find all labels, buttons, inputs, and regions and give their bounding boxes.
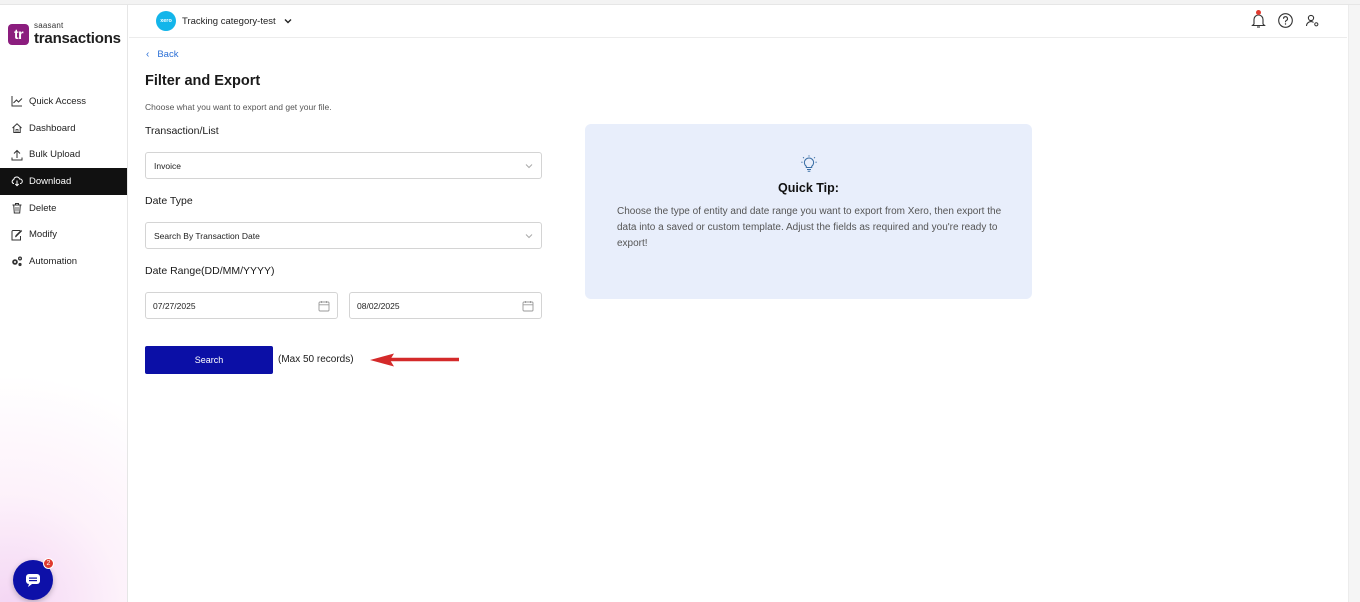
- help-button[interactable]: [1277, 12, 1294, 29]
- org-name: Tracking category-test: [182, 15, 276, 27]
- sidebar-item-label: Dashboard: [29, 122, 76, 134]
- sidebar-item-download[interactable]: Download: [0, 168, 127, 195]
- top-header: xero Tracking category-test: [129, 5, 1347, 38]
- page-title: Filter and Export: [145, 73, 261, 89]
- quick-tip-text: Choose the type of entity and date range…: [617, 206, 1002, 249]
- sidebar-item-label: Delete: [29, 202, 57, 214]
- max-records-note: (Max 50 records): [278, 354, 354, 365]
- page-subtitle: Choose what you want to export and get y…: [145, 102, 332, 112]
- gears-icon: [12, 256, 22, 267]
- red-arrow-annotation: [370, 353, 459, 367]
- app-window: tr saasant transactions Quick Access Das…: [0, 0, 1360, 602]
- header-actions: [1250, 10, 1321, 29]
- help-icon: [1278, 13, 1293, 28]
- sidebar-item-quick-access[interactable]: Quick Access: [0, 88, 127, 115]
- user-settings-icon: [1305, 14, 1319, 27]
- back-link[interactable]: ‹ Back: [146, 49, 178, 60]
- quick-tip-title: Quick Tip:: [778, 181, 839, 195]
- date-to-value: 08/02/2025: [357, 300, 400, 311]
- home-icon: [12, 123, 22, 134]
- date-from-value: 07/27/2025: [153, 300, 196, 311]
- sidebar-item-label: Automation: [29, 255, 78, 267]
- sidebar-item-bulk-upload[interactable]: Bulk Upload: [0, 141, 127, 168]
- chat-notification-badge: 2: [43, 558, 54, 569]
- search-button[interactable]: Search: [145, 346, 273, 374]
- chat-icon: [26, 574, 40, 587]
- account-button[interactable]: [1304, 12, 1321, 29]
- date-to-field[interactable]: 08/02/2025: [349, 292, 542, 319]
- sidebar-item-label: Download: [29, 175, 72, 187]
- brand-small-text: saasant: [34, 21, 64, 30]
- calendar-icon: [522, 301, 534, 312]
- sidebar: tr saasant transactions Quick Access Das…: [0, 5, 128, 602]
- notification-dot: [1256, 10, 1261, 15]
- date-type-select[interactable]: Search By Transaction Date: [145, 222, 542, 249]
- brand-logo[interactable]: tr saasant transactions: [8, 22, 121, 46]
- chevron-left-icon: ‹: [146, 49, 150, 60]
- chevron-down-icon: [525, 234, 533, 239]
- upload-icon: [11, 149, 23, 161]
- sidebar-nav: Quick Access Dashboard Bulk Upload Downl…: [0, 88, 127, 275]
- cloud-download-icon: [11, 176, 23, 187]
- sidebar-item-label: Bulk Upload: [29, 149, 81, 161]
- sidebar-item-label: Modify: [29, 229, 57, 241]
- date-range-label: Date Range(DD/MM/YYYY): [145, 265, 275, 277]
- back-label: Back: [157, 49, 179, 60]
- lightbulb-icon: [801, 155, 817, 172]
- edit-icon: [11, 229, 23, 241]
- date-type-label: Date Type: [145, 195, 193, 207]
- page-scrollbar[interactable]: [1348, 5, 1360, 602]
- xero-logo: xero: [156, 11, 176, 31]
- transaction-list-select[interactable]: Invoice: [145, 152, 542, 179]
- sidebar-item-modify[interactable]: Modify: [0, 221, 127, 248]
- sidebar-item-delete[interactable]: Delete: [0, 195, 127, 222]
- sidebar-item-automation[interactable]: Automation: [0, 248, 127, 275]
- brand-big-text: transactions: [34, 30, 121, 47]
- transaction-list-label: Transaction/List: [145, 125, 219, 137]
- calendar-icon: [318, 301, 330, 312]
- org-switcher[interactable]: xero Tracking category-test: [156, 11, 293, 31]
- chart-line-icon: [11, 96, 23, 107]
- chevron-down-icon: [284, 19, 292, 24]
- notifications-button[interactable]: [1250, 10, 1267, 29]
- brand-wordmark: saasant transactions: [34, 21, 121, 47]
- quick-tip-card: Quick Tip: Choose the type of entity and…: [585, 124, 1032, 299]
- date-type-value: Search By Transaction Date: [154, 230, 260, 241]
- chevron-down-icon: [525, 164, 533, 169]
- trash-icon: [12, 203, 22, 214]
- brand-mark: tr: [8, 23, 29, 45]
- transaction-list-value: Invoice: [154, 160, 181, 171]
- sidebar-item-dashboard[interactable]: Dashboard: [0, 115, 127, 142]
- sidebar-item-label: Quick Access: [29, 95, 87, 107]
- date-from-field[interactable]: 07/27/2025: [145, 292, 338, 319]
